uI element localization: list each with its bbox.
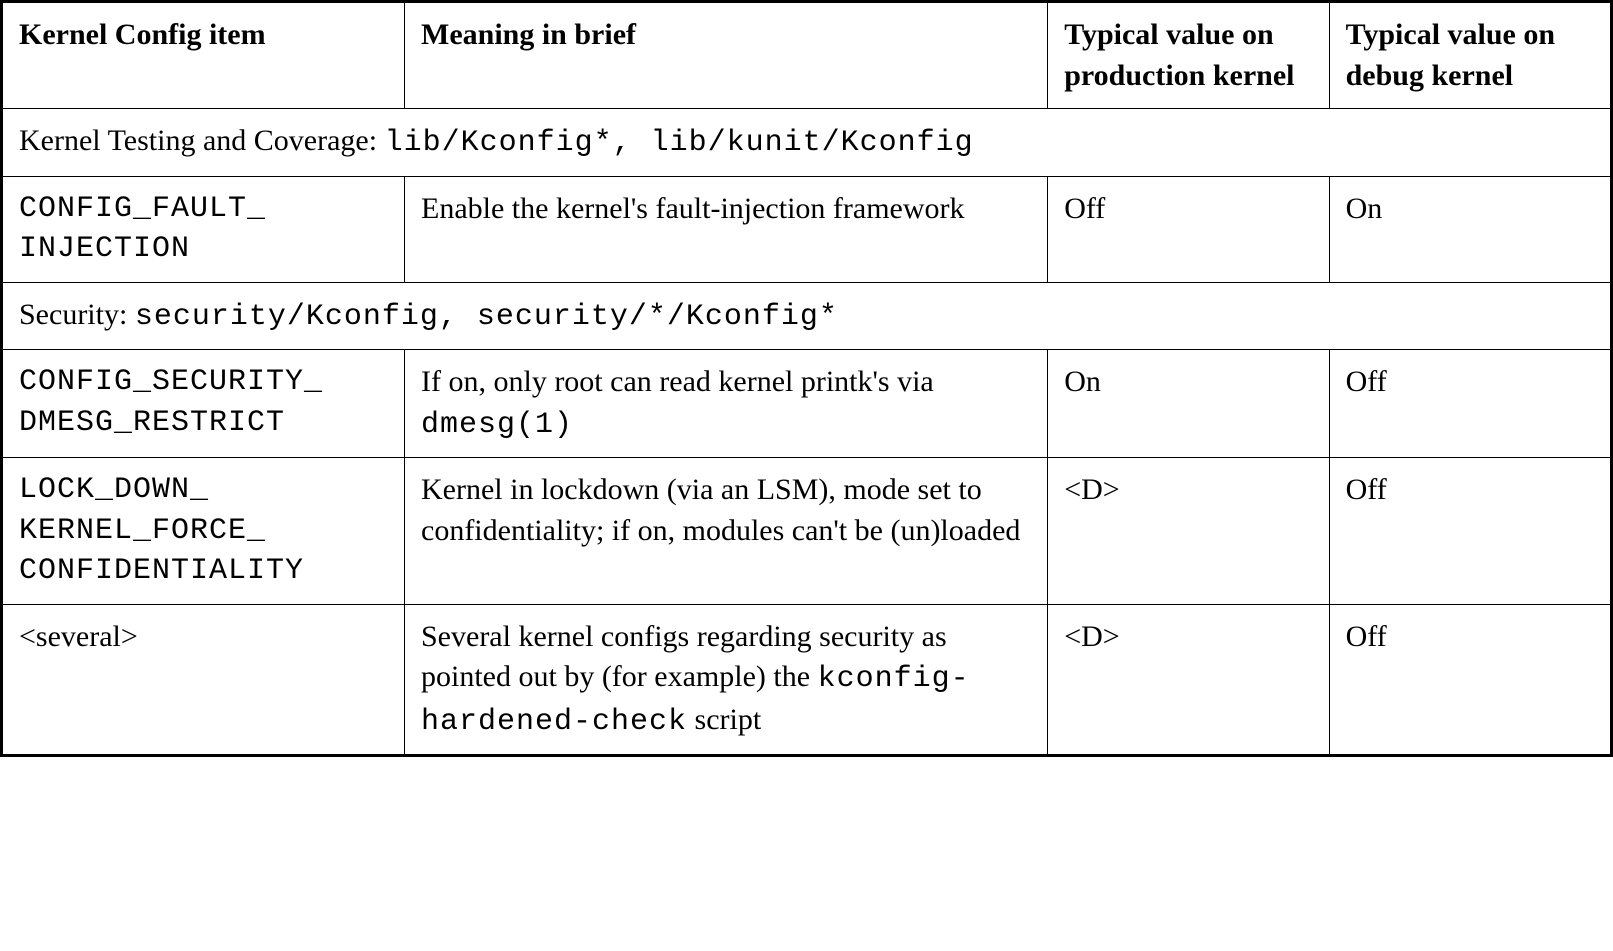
section-title-cell: Security: security/Kconfig, security/*/K…: [3, 282, 1611, 350]
table-body: Kernel Testing and Coverage: lib/Kconfig…: [3, 109, 1611, 755]
section-title-prefix: Kernel Testing and Coverage:: [19, 124, 385, 157]
table-row: CONFIG_SECURITY_ DMESG_RESTRICT If on, on…: [3, 350, 1611, 458]
meaning-code: dmesg(1): [421, 408, 573, 442]
meaning-cell: Enable the kernel's fault-injection fram…: [405, 176, 1048, 282]
table-row: LOCK_DOWN_ KERNEL_FORCE_ CONFIDENTIALITY…: [3, 458, 1611, 605]
section-title-paths: lib/Kconfig*, lib/kunit/Kconfig: [385, 126, 974, 160]
header-prod: Typical value on production kernel: [1048, 3, 1329, 109]
production-value-cell: Off: [1048, 176, 1329, 282]
production-value-cell: On: [1048, 350, 1329, 458]
header-meaning: Meaning in brief: [405, 3, 1048, 109]
debug-value-cell: Off: [1329, 604, 1610, 755]
section-row: Security: security/Kconfig, security/*/K…: [3, 282, 1611, 350]
meaning-text: Kernel in lockdown (via an LSM), mode se…: [421, 473, 1020, 547]
header-config: Kernel Config item: [3, 3, 405, 109]
meaning-text: Enable the kernel's fault-injection fram…: [421, 192, 965, 225]
config-item-cell: CONFIG_FAULT_ INJECTION: [3, 176, 405, 282]
table-row: CONFIG_FAULT_ INJECTION Enable the kernel…: [3, 176, 1611, 282]
table-row: <several>Several kernel configs regardin…: [3, 604, 1611, 755]
kernel-config-table-container: Kernel Config item Meaning in brief Typi…: [0, 0, 1613, 757]
section-title-cell: Kernel Testing and Coverage: lib/Kconfig…: [3, 109, 1611, 177]
meaning-cell: Several kernel configs regarding securit…: [405, 604, 1048, 755]
section-title-prefix: Security:: [19, 298, 135, 331]
config-item-cell: <several>: [3, 604, 405, 755]
meaning-text: script: [687, 703, 761, 736]
production-value-cell: <D>: [1048, 604, 1329, 755]
config-item-cell: LOCK_DOWN_ KERNEL_FORCE_ CONFIDENTIALITY: [3, 458, 405, 605]
debug-value-cell: Off: [1329, 458, 1610, 605]
table-header: Kernel Config item Meaning in brief Typi…: [3, 3, 1611, 109]
section-row: Kernel Testing and Coverage: lib/Kconfig…: [3, 109, 1611, 177]
meaning-text: If on, only root can read kernel printk'…: [421, 365, 934, 398]
config-item-cell: CONFIG_SECURITY_ DMESG_RESTRICT: [3, 350, 405, 458]
production-value-cell: <D>: [1048, 458, 1329, 605]
debug-value-cell: On: [1329, 176, 1610, 282]
header-row: Kernel Config item Meaning in brief Typi…: [3, 3, 1611, 109]
kernel-config-table: Kernel Config item Meaning in brief Typi…: [2, 2, 1611, 755]
header-debug: Typical value on debug kernel: [1329, 3, 1610, 109]
meaning-cell: Kernel in lockdown (via an LSM), mode se…: [405, 458, 1048, 605]
section-title-paths: security/Kconfig, security/*/Kconfig*: [135, 300, 838, 334]
meaning-cell: If on, only root can read kernel printk'…: [405, 350, 1048, 458]
debug-value-cell: Off: [1329, 350, 1610, 458]
